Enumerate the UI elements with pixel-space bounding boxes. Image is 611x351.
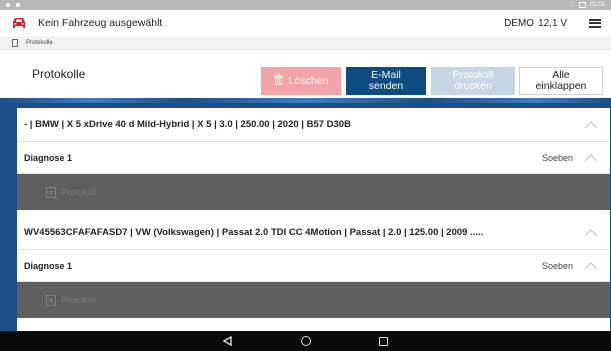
page-title: Protokolle: [32, 67, 86, 81]
chevron-up-icon[interactable]: [584, 154, 598, 162]
diagnosis-time: Soeben: [541, 260, 573, 271]
print-protocol-button[interactable]: Protokoll drucken: [431, 67, 515, 95]
content-accent-stripe: [0, 98, 611, 103]
status-indicators: ♡ 01:01: [569, 2, 605, 9]
android-navigation-bar: [0, 331, 611, 351]
diagnosis-label: Diagnose 1: [24, 260, 73, 271]
app-header: Kein Fahrzeug ausgewählt DEMO 12,1 V: [0, 10, 611, 36]
print-protocol-button-label: Protokoll drucken: [452, 69, 494, 92]
delete-button[interactable]: Löschen: [261, 67, 341, 95]
email-send-button[interactable]: E-Mail senden: [346, 67, 426, 95]
diagnosis-row[interactable]: Diagnose 1 Soeben: [17, 250, 610, 282]
chevron-up-icon[interactable]: [584, 229, 598, 237]
car-icon: [12, 17, 26, 29]
toolbar: Protokolle Löschen E-Mail senden Protoko…: [0, 50, 611, 98]
vehicle-header-row[interactable]: - | BMW | X 5 xDrive 40 d Mild-Hybrid | …: [17, 108, 610, 142]
chevron-up-icon[interactable]: [584, 121, 598, 129]
vehicle-status-text: Kein Fahrzeug ausgewählt: [38, 17, 163, 29]
system-status-bar: ♡ 01:01: [0, 0, 611, 10]
breadcrumb: Protokolle: [0, 36, 611, 50]
home-icon[interactable]: [299, 336, 313, 346]
protocol-item[interactable]: Protokoll: [17, 282, 610, 318]
hamburger-menu-icon[interactable]: [589, 18, 601, 28]
mode-label: DEMO: [504, 17, 535, 29]
protocol-item[interactable]: Protokoll: [17, 174, 610, 210]
voltage-readout: 12,1 V: [538, 17, 567, 29]
vehicle-header-row[interactable]: WV45563CFAFAFASD7 | VW (Volkswagen) | Pa…: [17, 216, 610, 250]
vehicle-description: - | BMW | X 5 xDrive 40 d Mild-Hybrid | …: [24, 119, 351, 130]
email-send-button-label: E-Mail senden: [368, 69, 404, 92]
status-notifications: [6, 3, 20, 7]
chevron-up-icon[interactable]: [584, 262, 598, 270]
diagnosis-label: Diagnose 1: [24, 152, 73, 163]
back-icon[interactable]: [221, 336, 235, 346]
protocol-document-icon: [46, 186, 56, 198]
document-icon: [12, 38, 18, 47]
diagnosis-time: Soeben: [541, 152, 573, 163]
collapse-all-button[interactable]: Alle einklappen: [519, 67, 603, 95]
notification-icon: [16, 3, 20, 7]
wifi-icon: ♡: [568, 1, 575, 9]
trash-icon: [274, 74, 283, 88]
protocol-label: Protokoll: [61, 295, 97, 305]
breadcrumb-label: Protokolle: [26, 39, 53, 46]
notification-icon: [6, 3, 10, 7]
vehicle-description: WV45563CFAFAFASD7 | VW (Volkswagen) | Pa…: [24, 227, 484, 238]
protocol-document-icon: [46, 294, 56, 306]
delete-button-label: Löschen: [288, 74, 329, 87]
battery-icon: [578, 2, 586, 8]
protocol-group: - | BMW | X 5 xDrive 40 d Mild-Hybrid | …: [17, 108, 610, 220]
status-time: 01:01: [589, 2, 605, 8]
header-right: DEMO 12,1 V: [504, 18, 601, 29]
diagnosis-row[interactable]: Diagnose 1 Soeben: [17, 142, 610, 174]
protocol-label: Protokoll: [61, 187, 97, 197]
recent-apps-icon[interactable]: [377, 336, 391, 346]
collapse-all-button-label: Alle einklappen: [535, 69, 587, 92]
protocol-group: WV45563CFAFAFASD7 | VW (Volkswagen) | Pa…: [17, 216, 610, 332]
